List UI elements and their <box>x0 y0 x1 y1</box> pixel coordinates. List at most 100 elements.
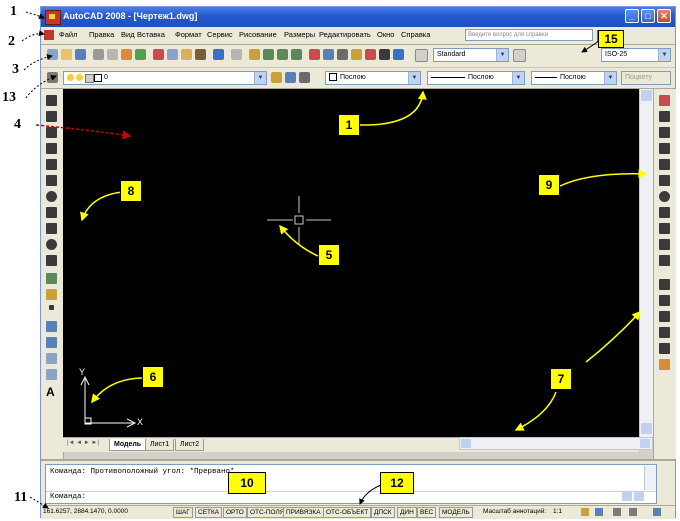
ellipse-icon[interactable] <box>46 239 57 250</box>
layer-state-icon[interactable] <box>299 72 310 83</box>
annotation-visibility-icon[interactable] <box>581 508 589 516</box>
print-icon[interactable] <box>93 49 104 60</box>
text-style-select[interactable]: Standard ▼ <box>433 48 509 62</box>
menu-format[interactable]: Формат <box>175 30 202 39</box>
properties-icon[interactable] <box>309 49 320 60</box>
markup-icon[interactable] <box>365 49 376 60</box>
stretch-icon[interactable] <box>659 223 670 234</box>
color-select[interactable]: Послою ▼ <box>325 71 421 85</box>
pan-icon[interactable] <box>249 49 260 60</box>
scroll-left-button[interactable] <box>622 491 632 501</box>
toolbar-lock-icon[interactable] <box>613 508 621 516</box>
insert-block-icon[interactable] <box>46 273 57 284</box>
dim-style-select[interactable]: ISO-25 ▼ <box>601 48 671 62</box>
help-icon[interactable] <box>393 49 404 60</box>
ortho-toggle[interactable]: ОРТО <box>223 507 247 518</box>
break-at-point-icon[interactable] <box>659 279 670 290</box>
ducs-toggle[interactable]: ДПСК <box>371 507 395 518</box>
tab-layout1[interactable]: Лист1 <box>145 439 175 451</box>
document-icon[interactable] <box>44 30 54 40</box>
layer-select[interactable]: 0 ▼ <box>63 71 267 85</box>
menu-edit[interactable]: Правка <box>89 30 114 39</box>
design-center-icon[interactable] <box>323 49 334 60</box>
match-properties-icon[interactable] <box>195 49 206 60</box>
tool-palettes-icon[interactable] <box>337 49 348 60</box>
erase-icon[interactable] <box>659 95 670 106</box>
menu-modify[interactable]: Редактировать <box>319 30 371 39</box>
arc-icon[interactable] <box>46 175 57 186</box>
copy-object-icon[interactable] <box>659 111 670 122</box>
coordinates-readout[interactable]: 161.6257, 2884.1470, 0.0000 <box>43 508 128 515</box>
autocad-app-icon[interactable] <box>45 10 61 25</box>
layer-previous-icon[interactable] <box>285 72 296 83</box>
hatch-icon[interactable] <box>46 321 57 332</box>
help-search-input[interactable]: Введите вопрос для справки <box>465 29 593 41</box>
menu-file[interactable]: Файл <box>59 30 77 39</box>
menu-dimension[interactable]: Размеры <box>284 30 315 39</box>
menu-draw[interactable]: Рисование <box>239 30 277 39</box>
zoom-previous-icon[interactable] <box>291 49 302 60</box>
extend-icon[interactable] <box>659 255 670 266</box>
linetype-select[interactable]: Послою ▼ <box>427 71 525 85</box>
auto-scale-icon[interactable] <box>595 508 603 516</box>
scroll-right-button[interactable] <box>634 491 644 501</box>
undo-icon[interactable] <box>213 49 224 60</box>
dim-style-icon[interactable] <box>513 49 526 62</box>
gradient-icon[interactable] <box>46 337 57 348</box>
vertical-scrollbar[interactable] <box>639 89 654 437</box>
calculator-icon[interactable] <box>379 49 390 60</box>
command-history[interactable]: Команда: Противоположный угол: *Прервано… <box>45 464 657 504</box>
zoom-realtime-icon[interactable] <box>263 49 274 60</box>
snap-toggle[interactable]: ШАГ <box>173 507 193 518</box>
save-icon[interactable] <box>75 49 86 60</box>
move-icon[interactable] <box>659 175 670 186</box>
scale-icon[interactable] <box>659 207 670 218</box>
open-icon[interactable] <box>61 49 72 60</box>
scroll-right-button[interactable] <box>640 439 650 448</box>
chamfer-icon[interactable] <box>659 327 670 338</box>
spline-icon[interactable] <box>46 223 57 234</box>
scroll-up-button[interactable] <box>641 90 652 101</box>
tab-model[interactable]: Модель <box>109 439 147 451</box>
array-icon[interactable] <box>659 159 670 170</box>
zoom-window-icon[interactable] <box>277 49 288 60</box>
scroll-down-button[interactable] <box>641 423 652 434</box>
lineweight-select[interactable]: Послою ▼ <box>531 71 617 85</box>
ellipse-arc-icon[interactable] <box>46 255 57 266</box>
fillet-icon[interactable] <box>659 343 670 354</box>
redo-icon[interactable] <box>231 49 242 60</box>
line-icon[interactable] <box>46 95 57 106</box>
otrack-toggle[interactable]: ОТС-ОБЪЕКТ <box>323 507 372 518</box>
menu-window[interactable]: Окно <box>377 30 394 39</box>
menu-help[interactable]: Справка <box>401 30 430 39</box>
menu-view[interactable]: Вид <box>121 30 135 39</box>
new-icon[interactable] <box>47 49 58 60</box>
tab-layout2[interactable]: Лист2 <box>175 439 205 451</box>
osnap-toggle[interactable]: ПРИВЯЗКА <box>283 507 324 518</box>
text-style-icon[interactable] <box>415 49 428 62</box>
publish-icon[interactable] <box>121 49 132 60</box>
clean-screen-icon[interactable] <box>653 508 661 516</box>
paste-icon[interactable] <box>181 49 192 60</box>
command-prompt[interactable]: Команда: <box>50 493 86 501</box>
minimize-button[interactable]: _ <box>625 9 639 23</box>
dyn-toggle[interactable]: ДИН <box>397 507 417 518</box>
scroll-left-button[interactable] <box>461 439 471 448</box>
table-icon[interactable] <box>46 369 57 380</box>
model-toggle[interactable]: МОДЕЛЬ <box>439 507 473 518</box>
rectangle-icon[interactable] <box>46 159 57 170</box>
annotation-scale-value[interactable]: 1:1 <box>553 508 562 515</box>
horizontal-scrollbar[interactable] <box>459 437 653 450</box>
make-block-icon[interactable] <box>46 289 57 300</box>
lock-icon[interactable] <box>629 508 637 516</box>
construction-line-icon[interactable] <box>46 111 57 122</box>
menu-insert[interactable]: Вставка <box>137 30 165 39</box>
grid-toggle[interactable]: СЕТКА <box>195 507 223 518</box>
cut-icon[interactable] <box>153 49 164 60</box>
polygon-icon[interactable] <box>46 143 57 154</box>
menu-tools[interactable]: Сервис <box>207 30 233 39</box>
region-icon[interactable] <box>46 353 57 364</box>
close-button[interactable]: ✕ <box>657 9 671 23</box>
plot-preview-icon[interactable] <box>107 49 118 60</box>
revision-cloud-icon[interactable] <box>46 207 57 218</box>
